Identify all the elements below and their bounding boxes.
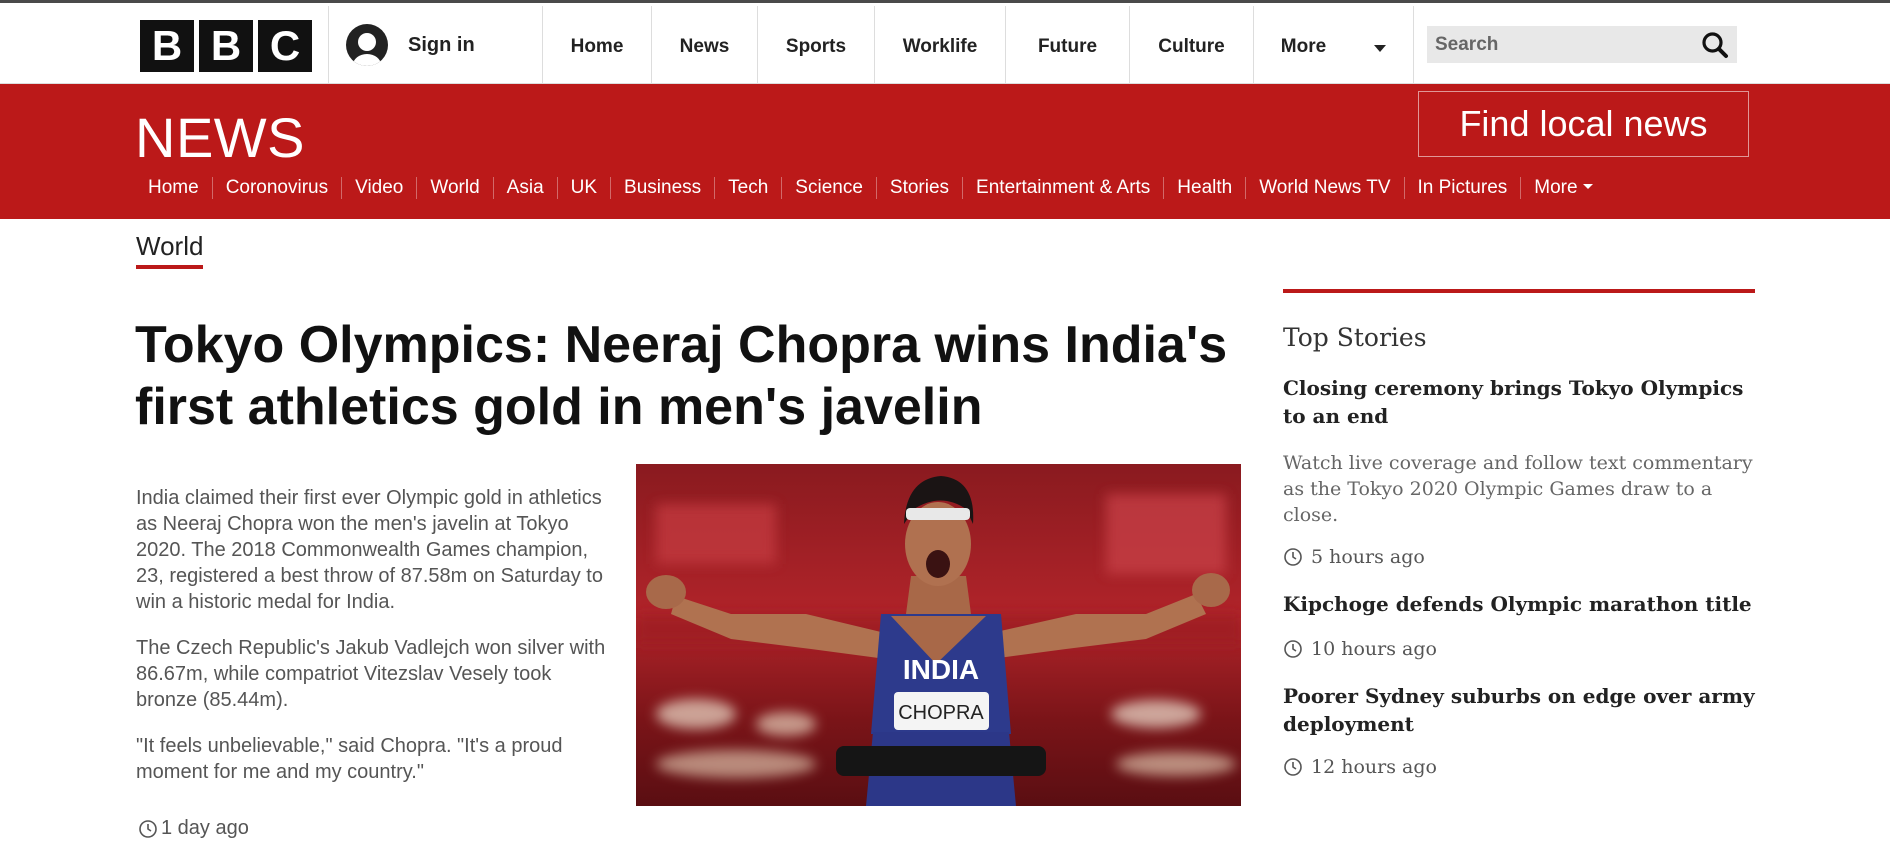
- chevron-down-icon: [1374, 45, 1387, 52]
- news-nav-stories[interactable]: Stories: [875, 177, 962, 199]
- article-timestamp-text: 1 day ago: [161, 817, 249, 839]
- top-stories-title: Top Stories: [1283, 323, 1427, 352]
- bbc-logo[interactable]: B B C: [140, 20, 312, 72]
- story-item[interactable]: Closing ceremony brings Tokyo Olympics t…: [1283, 374, 1755, 568]
- story-headline[interactable]: Closing ceremony brings Tokyo Olympics t…: [1283, 374, 1755, 430]
- bbc-global-header: B B C Sign in Home News Sports Worklife …: [0, 0, 1890, 87]
- global-nav: Home News Sports Worklife Future Culture…: [542, 6, 1414, 87]
- global-nav-news[interactable]: News: [651, 6, 757, 87]
- story-time-text: 12 hours ago: [1311, 756, 1437, 778]
- news-nav-world-news-tv[interactable]: World News TV: [1245, 177, 1403, 199]
- news-nav-world[interactable]: World: [416, 177, 492, 199]
- global-nav-more-label: More: [1280, 35, 1327, 57]
- find-local-news-button[interactable]: Find local news: [1418, 91, 1749, 157]
- news-banner: NEWS Find local news Home Coronovirus Vi…: [0, 84, 1890, 219]
- global-nav-culture[interactable]: Culture: [1129, 6, 1253, 87]
- sign-in-label: Sign in: [408, 33, 475, 56]
- bib-text: CHOPRA: [898, 702, 984, 724]
- news-nav-coronavirus[interactable]: Coronovirus: [211, 177, 341, 199]
- sidebar-accent-bar: [1283, 289, 1755, 293]
- news-nav-more-label: More: [1534, 177, 1578, 198]
- search-icon[interactable]: [1701, 31, 1729, 59]
- news-nav-asia[interactable]: Asia: [492, 177, 557, 199]
- story-headline[interactable]: Poorer Sydney suburbs on edge over army …: [1283, 682, 1755, 738]
- news-section-nav: Home Coronovirus Video World Asia UK Bus…: [136, 176, 1606, 200]
- clock-icon: [1284, 758, 1302, 776]
- bbc-logo-letter: B: [140, 20, 194, 72]
- article-paragraph: The Czech Republic's Jakub Vadlejch won …: [136, 637, 606, 711]
- news-nav-video[interactable]: Video: [341, 177, 416, 199]
- vest-text: INDIA: [903, 654, 979, 685]
- bbc-logo-letter: B: [199, 20, 253, 72]
- news-nav-uk[interactable]: UK: [556, 177, 610, 199]
- user-avatar-icon: [346, 24, 388, 66]
- global-nav-sports[interactable]: Sports: [757, 6, 874, 87]
- story-item[interactable]: Poorer Sydney suburbs on edge over army …: [1283, 682, 1755, 778]
- news-nav-home[interactable]: Home: [136, 177, 212, 199]
- article-timestamp: 1 day ago: [138, 817, 249, 840]
- clock-icon: [139, 819, 157, 838]
- article-photo[interactable]: INDIA CHOPRA: [636, 464, 1241, 806]
- global-nav-home[interactable]: Home: [542, 6, 651, 87]
- caret-down-icon: [1582, 183, 1593, 189]
- article-paragraph: India claimed their first ever Olympic g…: [136, 487, 603, 613]
- article-headline[interactable]: Tokyo Olympics: Neeraj Chopra wins India…: [135, 314, 1285, 438]
- story-timestamp: 5 hours ago: [1283, 546, 1755, 568]
- story-timestamp: 10 hours ago: [1283, 638, 1755, 660]
- athlete-celebration-image: INDIA CHOPRA: [636, 464, 1241, 806]
- bbc-logo-letter: C: [258, 20, 312, 72]
- global-nav-more[interactable]: More: [1253, 6, 1414, 87]
- news-nav-health[interactable]: Health: [1163, 177, 1245, 199]
- search-input[interactable]: [1427, 26, 1697, 63]
- news-nav-business[interactable]: Business: [610, 177, 714, 199]
- story-headline[interactable]: Kipchoge defends Olympic marathon title: [1283, 590, 1755, 618]
- news-nav-entertainment-arts[interactable]: Entertainment & Arts: [962, 177, 1163, 199]
- news-nav-in-pictures[interactable]: In Pictures: [1403, 177, 1521, 199]
- news-nav-more[interactable]: More: [1520, 177, 1605, 199]
- article-paragraph: "It feels unbelievable," said Chopra. "I…: [136, 735, 563, 783]
- section-label[interactable]: World: [136, 231, 204, 269]
- divider: [328, 6, 329, 87]
- story-summary: Watch live coverage and follow text comm…: [1283, 452, 1753, 526]
- news-nav-tech[interactable]: Tech: [714, 177, 781, 199]
- global-nav-worklife[interactable]: Worklife: [874, 6, 1005, 87]
- news-nav-science[interactable]: Science: [781, 177, 876, 199]
- sign-in-link[interactable]: Sign in: [346, 3, 475, 87]
- story-item[interactable]: Kipchoge defends Olympic marathon title …: [1283, 590, 1755, 660]
- news-brand-title[interactable]: NEWS: [135, 105, 305, 170]
- clock-icon: [1284, 548, 1302, 566]
- clock-icon: [1284, 640, 1302, 658]
- search-box: [1427, 26, 1737, 63]
- article-summary: India claimed their first ever Olympic g…: [136, 485, 616, 805]
- story-time-text: 5 hours ago: [1311, 546, 1425, 568]
- story-time-text: 10 hours ago: [1311, 638, 1437, 660]
- top-stories-sidebar: Top Stories Closing ceremony brings Toky…: [1283, 289, 1755, 778]
- story-timestamp: 12 hours ago: [1283, 756, 1755, 778]
- global-nav-future[interactable]: Future: [1005, 6, 1129, 87]
